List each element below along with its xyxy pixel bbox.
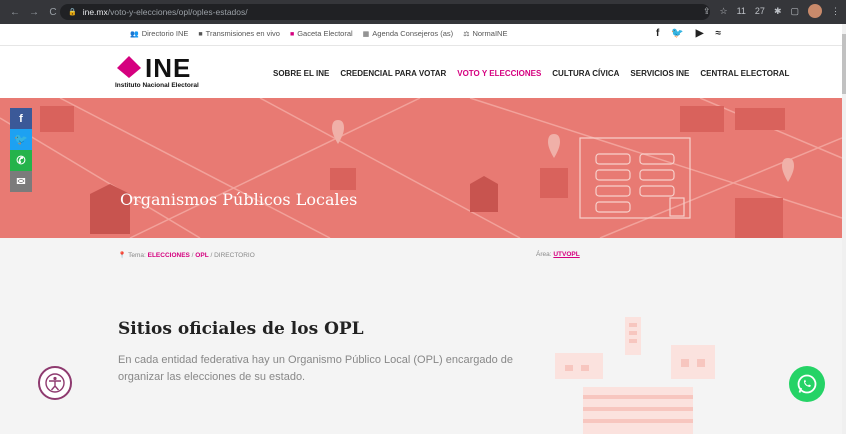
forward-icon[interactable]: → xyxy=(29,7,39,18)
scrollbar-thumb[interactable] xyxy=(842,34,846,94)
breadcrumb-opl[interactable]: OPL xyxy=(195,252,208,259)
hero-title: Organismos Públicos Locales xyxy=(120,190,358,209)
clock-hours: 11 xyxy=(736,6,746,16)
address-bar[interactable]: 🔒 ine.mx /voto-y-elecciones/opl/oples-es… xyxy=(60,4,710,20)
site-header: INE Instituto Nacional Electoral SOBRE E… xyxy=(0,46,846,98)
breadcrumb-prefix: Tema: xyxy=(128,252,146,259)
section-title: Sitios oficiales de los OPL xyxy=(118,319,364,339)
rss-icon[interactable]: ≈ xyxy=(716,28,722,39)
share-facebook-icon[interactable]: f xyxy=(10,108,32,129)
video-icon: ■ xyxy=(198,31,203,38)
extensions-icon[interactable]: ✱ xyxy=(774,6,782,17)
browser-actions: ⇪ ☆ 11 27 ✱ ▢ ⋮ xyxy=(703,4,840,18)
url-path: /voto-y-elecciones/opl/oples-estados/ xyxy=(107,7,248,17)
area-link[interactable]: UTVOPL xyxy=(553,251,579,258)
section-text: En cada entidad federativa hay un Organi… xyxy=(118,354,514,383)
twitter-icon[interactable]: 🐦 xyxy=(671,28,683,39)
pin-icon: 📍 xyxy=(118,252,127,259)
clock-minutes: 27 xyxy=(754,6,765,16)
logo-mark-top xyxy=(117,56,141,68)
browser-nav: ← → C xyxy=(0,7,58,18)
area-label: Área: UTVOPL xyxy=(536,251,580,258)
buildings-decoration xyxy=(555,317,715,434)
hero-illustration xyxy=(0,98,842,238)
whatsapp-chat-button[interactable] xyxy=(789,366,825,402)
page-scrollbar[interactable] xyxy=(842,24,846,434)
utility-link-gaceta[interactable]: ■ Gaceta Electoral xyxy=(290,29,353,38)
social-links: f 🐦 ▶ ≈ xyxy=(656,28,721,39)
lock-icon: 🔒 xyxy=(68,9,77,16)
breadcrumb-elecciones[interactable]: ELECCIONES xyxy=(148,252,190,259)
gaceta-icon: ■ xyxy=(289,31,295,38)
ine-logo[interactable]: INE Instituto Nacional Electoral xyxy=(115,53,225,92)
menu-central-electoral[interactable]: CENTRAL ELECTORAL xyxy=(700,69,789,78)
logo-word: INE xyxy=(145,53,192,83)
breadcrumb-current: DIRECTORIO xyxy=(214,252,255,259)
main-menu: SOBRE EL INE CREDENCIAL PARA VOTAR VOTO … xyxy=(273,69,789,78)
utility-link-normaine[interactable]: ⚖ NormaINE xyxy=(463,29,507,38)
avatar[interactable] xyxy=(808,4,822,18)
utility-link-agenda[interactable]: ▦ Agenda Consejeros (as) xyxy=(363,29,454,38)
breadcrumb: 📍 Tema: ELECCIONES / OPL / DIRECTORIO xyxy=(118,252,255,259)
back-icon[interactable]: ← xyxy=(10,7,20,18)
menu-sobre-el-ine[interactable]: SOBRE EL INE xyxy=(273,69,329,78)
url-host: ine.mx xyxy=(82,7,108,17)
share-whatsapp-icon[interactable]: ✆ xyxy=(10,150,32,171)
reload-icon[interactable]: C xyxy=(48,7,58,18)
menu-credencial[interactable]: CREDENCIAL PARA VOTAR xyxy=(340,69,446,78)
youtube-icon[interactable]: ▶ xyxy=(696,28,704,39)
menu-cultura-civica[interactable]: CULTURA CÍVICA xyxy=(552,69,619,78)
bookmark-star-icon[interactable]: ☆ xyxy=(720,6,728,17)
utility-links: 👥 Directorio INE ■ Transmisiones en vivo ■… xyxy=(130,29,507,38)
browser-toolbar: ← → C 🔒 ine.mx /voto-y-elecciones/opl/op… xyxy=(0,0,846,24)
share-email-icon[interactable]: ✉ xyxy=(10,171,32,192)
scales-icon: ⚖ xyxy=(463,31,470,38)
utility-link-transmisiones[interactable]: ■ Transmisiones en vivo xyxy=(198,29,280,38)
share-twitter-icon[interactable]: 🐦 xyxy=(10,129,32,150)
calendar-icon: ▦ xyxy=(362,31,370,38)
accessibility-icon xyxy=(45,373,65,393)
utility-link-directorio[interactable]: 👥 Directorio INE xyxy=(130,29,188,38)
whatsapp-icon xyxy=(797,374,817,394)
share-sidebar: f 🐦 ✆ ✉ xyxy=(10,108,32,192)
utility-bar: 👥 Directorio INE ■ Transmisiones en vivo ■… xyxy=(0,24,846,46)
share-page-icon[interactable]: ⇪ xyxy=(703,6,711,17)
facebook-icon[interactable]: f xyxy=(656,28,659,39)
logo-subtitle: Instituto Nacional Electoral xyxy=(115,82,199,89)
people-icon: 👥 xyxy=(130,31,139,38)
logo-mark-bottom xyxy=(117,68,141,78)
hero-banner: Organismos Públicos Locales xyxy=(0,98,842,238)
accessibility-button[interactable] xyxy=(38,366,72,400)
kebab-menu-icon[interactable]: ⋮ xyxy=(831,6,840,17)
sidepanel-icon[interactable]: ▢ xyxy=(790,6,799,17)
menu-voto-y-elecciones[interactable]: VOTO Y ELECCIONES xyxy=(457,69,541,78)
menu-servicios-ine[interactable]: SERVICIOS INE xyxy=(630,69,689,78)
